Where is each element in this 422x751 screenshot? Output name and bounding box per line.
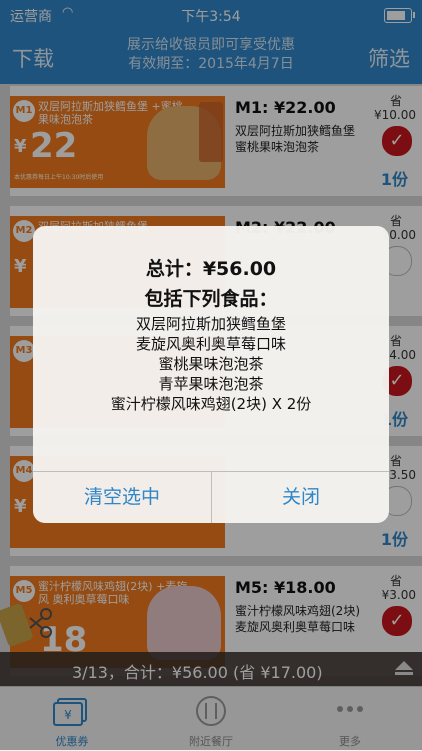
- dialog-item: 青苹果味泡泡茶: [158, 375, 264, 393]
- order-summary-dialog: 总计：¥56.00 包括下列食品： 双层阿拉斯加狭鳕鱼堡 麦旋风奥利奥草莓口味 …: [33, 226, 389, 523]
- dialog-item: 双层阿拉斯加狭鳕鱼堡: [135, 315, 286, 333]
- clear-selection-button[interactable]: 清空选中: [33, 472, 211, 523]
- dialog-item: 麦旋风奥利奥草莓口味: [135, 335, 286, 353]
- dialog-item: 蜜桃果味泡泡茶: [158, 355, 264, 373]
- dialog-total: 总计：¥56.00: [145, 258, 277, 280]
- dialog-subtitle: 包括下列食品：: [144, 288, 278, 310]
- close-button[interactable]: 关闭: [212, 472, 389, 523]
- dialog-item-list: 双层阿拉斯加狭鳕鱼堡 麦旋风奥利奥草莓口味 蜜桃果味泡泡茶 青苹果味泡泡茶 蜜汁…: [33, 314, 389, 414]
- dialog-item: 蜜汁柠檬风味鸡翅(2块) X 2份: [110, 395, 312, 413]
